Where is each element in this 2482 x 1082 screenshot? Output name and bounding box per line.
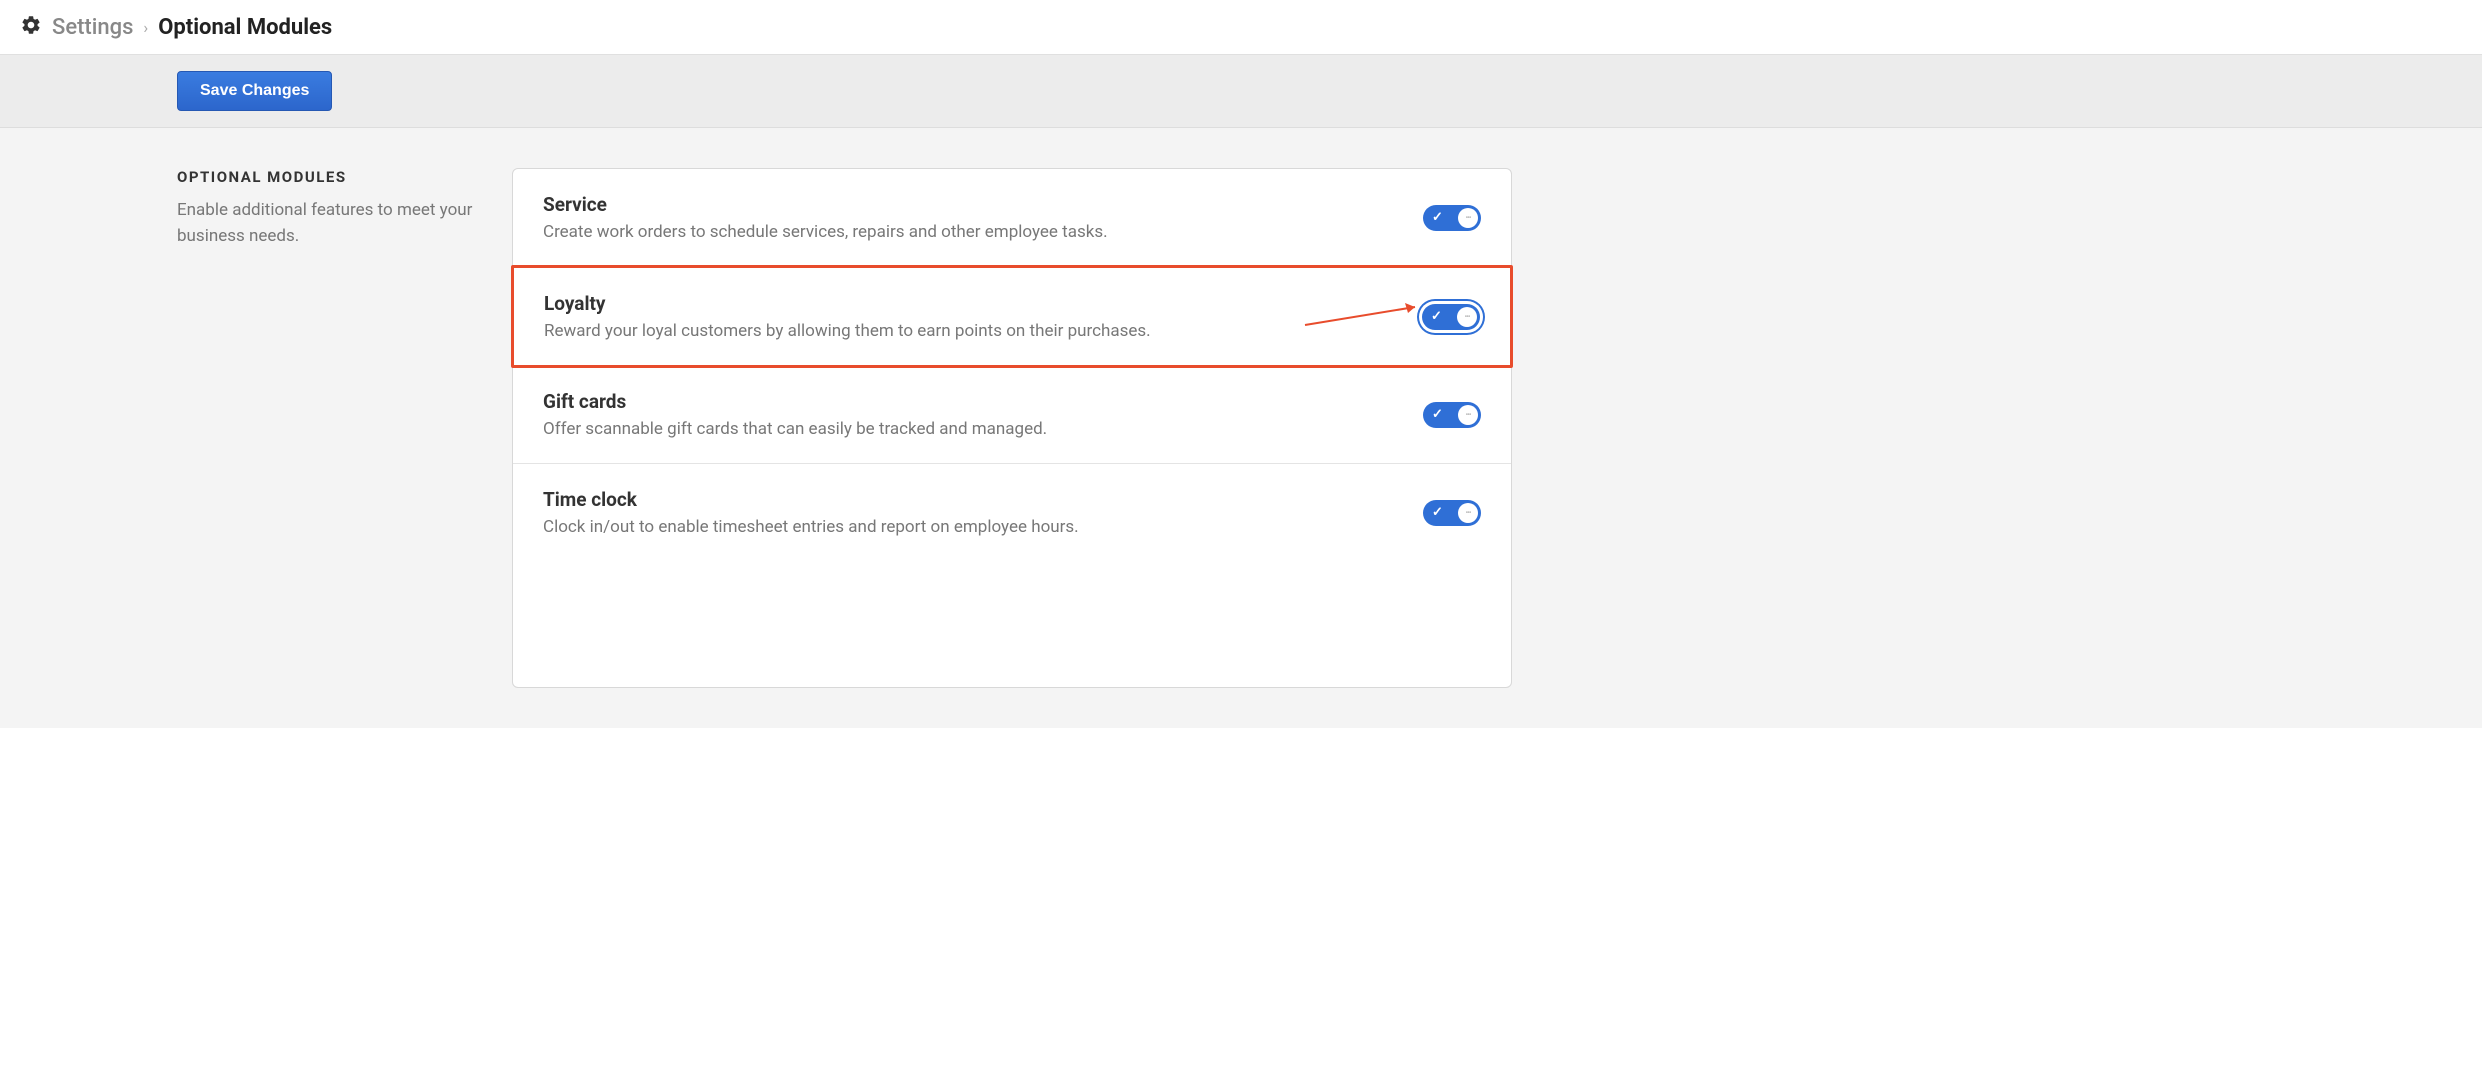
toggle-knob: ••• — [1458, 503, 1478, 523]
page-header: Settings › Optional Modules — [0, 0, 2482, 55]
module-description: Create work orders to schedule services,… — [543, 222, 1423, 242]
section-info: OPTIONAL MODULES Enable additional featu… — [177, 168, 482, 688]
check-icon: ✓ — [1432, 505, 1443, 520]
check-icon: ✓ — [1431, 309, 1442, 324]
toggle-knob: ••• — [1457, 307, 1477, 327]
module-title: Time clock — [543, 488, 1423, 511]
module-text: Time clock Clock in/out to enable timesh… — [543, 488, 1423, 537]
module-row-service: Service Create work orders to schedule s… — [513, 169, 1511, 267]
chevron-right-icon: › — [143, 18, 148, 37]
breadcrumb: Settings › Optional Modules — [52, 15, 332, 40]
breadcrumb-current: Optional Modules — [158, 15, 332, 40]
module-row-gift-cards: Gift cards Offer scannable gift cards th… — [513, 366, 1511, 464]
module-text: Gift cards Offer scannable gift cards th… — [543, 390, 1423, 439]
toggle-gift-cards[interactable]: ✓ ••• — [1423, 402, 1481, 428]
module-title: Loyalty — [544, 292, 1422, 315]
check-icon: ✓ — [1432, 407, 1443, 422]
module-row-loyalty: Loyalty Reward your loyal customers by a… — [511, 265, 1513, 368]
module-title: Service — [543, 193, 1423, 216]
module-text: Service Create work orders to schedule s… — [543, 193, 1423, 242]
modules-panel: Service Create work orders to schedule s… — [512, 168, 1512, 688]
module-description: Clock in/out to enable timesheet entries… — [543, 517, 1423, 537]
module-row-time-clock: Time clock Clock in/out to enable timesh… — [513, 464, 1511, 561]
check-icon: ✓ — [1432, 210, 1443, 225]
section-description: Enable additional features to meet your … — [177, 198, 482, 249]
save-button[interactable]: Save Changes — [177, 71, 332, 111]
toggle-loyalty[interactable]: ✓ ••• — [1422, 304, 1480, 330]
toggle-time-clock[interactable]: ✓ ••• — [1423, 500, 1481, 526]
breadcrumb-parent[interactable]: Settings — [52, 15, 133, 40]
toggle-knob: ••• — [1458, 405, 1478, 425]
toggle-knob: ••• — [1458, 208, 1478, 228]
module-text: Loyalty Reward your loyal customers by a… — [544, 292, 1422, 341]
module-title: Gift cards — [543, 390, 1423, 413]
gear-icon — [20, 14, 42, 40]
module-description: Offer scannable gift cards that can easi… — [543, 419, 1423, 439]
section-title: OPTIONAL MODULES — [177, 168, 482, 186]
module-description: Reward your loyal customers by allowing … — [544, 321, 1422, 341]
toolbar: Save Changes — [0, 55, 2482, 128]
content-area: OPTIONAL MODULES Enable additional featu… — [0, 128, 2482, 728]
toggle-service[interactable]: ✓ ••• — [1423, 205, 1481, 231]
